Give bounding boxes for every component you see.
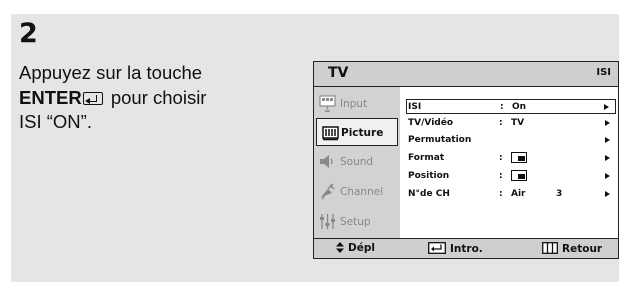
setting-name: Permutation [408,135,472,145]
footer-move-label: Dépl [348,242,375,254]
instruction-text: Appuyez sur la touche ENTER pour choisir… [19,61,279,135]
footer-back: Retour [542,242,602,255]
setting-name: Format [408,153,445,163]
picture-icon [322,126,339,141]
setting-name: TV/Vidéo [408,118,454,128]
sidebar-item-input[interactable]: Input [314,90,400,118]
sidebar-item-picture[interactable]: Picture [316,118,398,146]
setting-name: N°de CH [408,189,450,199]
setting-name: Position [408,171,450,181]
footer-move: Dépl [336,242,375,254]
instruction-line-3: ISI “ON”. [19,111,92,132]
instruction-line-1: Appuyez sur la touche [19,62,203,83]
sidebar-item-setup[interactable]: Setup [314,208,400,236]
setting-value: TV [511,118,525,128]
footer-back-label: Retour [562,243,603,255]
sidebar-item-label: Sound [340,156,374,168]
channel-number: 3 [556,189,563,199]
setting-name: ISI [408,102,422,112]
setting-colon: : [499,189,503,199]
setting-row-channel-number[interactable]: N°de CH : Air 3 [406,187,616,202]
setting-colon: : [499,171,503,181]
sidebar-item-label: Setup [340,216,371,228]
setting-colon: : [499,153,503,163]
arrow-right-icon [605,137,610,143]
enter-icon [428,242,446,254]
sidebar-item-label: Picture [341,127,384,139]
arrow-right-icon [605,191,610,197]
osd-sidebar: Input Picture Sound Channel Setup [314,87,400,239]
sidebar-item-channel[interactable]: Channel [314,178,400,206]
osd-settings-list: ISI : On TV/Vidéo : TV Permutation Forma… [400,87,617,239]
menu-icon [542,242,558,254]
arrow-right-icon [605,155,610,161]
sidebar-item-label: Input [340,98,368,110]
osd-footer: Dépl Intro. Retour [314,238,618,258]
enter-key-label: ENTER [19,86,82,108]
instruction-panel: 2 Appuyez sur la touche ENTER pour chois… [11,14,619,282]
sidebar-item-sound[interactable]: Sound [314,148,400,176]
setting-row-format[interactable]: Format : [406,151,616,166]
pip-size-icon [511,152,527,163]
arrow-right-icon [605,120,610,126]
pip-position-icon [511,170,527,181]
setting-colon: : [500,102,504,112]
setting-value: On [512,102,527,112]
arrow-right-icon [604,104,609,110]
sidebar-item-label: Channel [340,186,384,198]
setting-colon: : [499,118,503,128]
footer-enter: Intro. [428,242,483,255]
enter-icon [82,91,103,105]
footer-enter-label: Intro. [450,243,483,255]
osd-title: TV [328,65,349,81]
up-down-icon [336,242,344,253]
setting-row-permutation[interactable]: Permutation [406,133,616,148]
setting-value: Air [511,189,526,199]
instruction-line-2: pour choisir [105,86,207,108]
setting-row-position[interactable]: Position : [406,169,616,184]
channel-icon [321,183,335,200]
step-number: 2 [19,18,38,49]
setting-row-isi[interactable]: ISI : On [406,99,616,114]
setup-icon [320,214,335,229]
arrow-right-icon [605,173,610,179]
tv-osd-menu: TV ISI Input Picture Sound Channel Setup… [313,61,619,259]
setting-row-tv-video[interactable]: TV/Vidéo : TV [406,116,616,131]
osd-subtitle: ISI [596,67,611,78]
sound-icon [320,155,333,168]
osd-header: TV ISI [314,62,618,87]
input-icon [319,95,336,112]
